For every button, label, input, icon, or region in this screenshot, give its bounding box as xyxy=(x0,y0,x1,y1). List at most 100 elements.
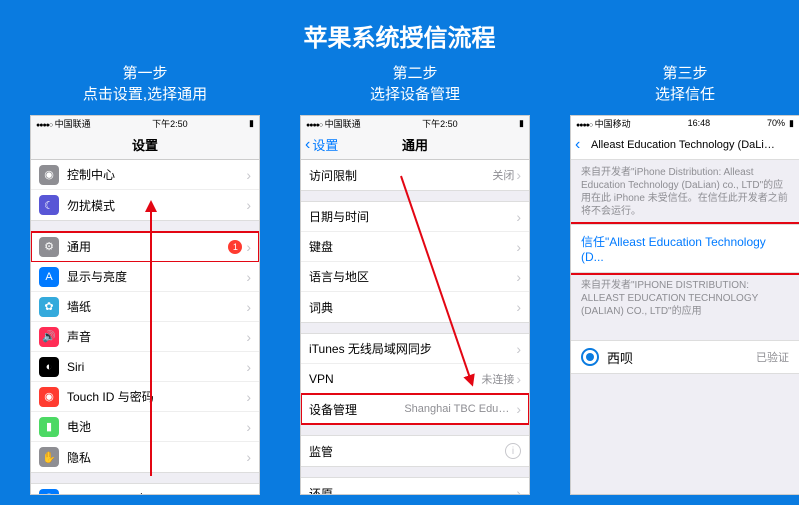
nav-title: 设置 xyxy=(31,135,259,154)
step-1-sub: 点击设置,选择通用 xyxy=(83,84,207,105)
phone-2: 中国联通 下午2:50 ▮ ‹设置 通用 访问限制 关闭 › 日 xyxy=(300,115,530,495)
battery-icon: ▮ xyxy=(249,118,254,129)
step-3-head: 第三步 选择信任 xyxy=(655,63,715,107)
app-icon xyxy=(581,348,599,366)
carrier: 中国联通 xyxy=(325,119,361,129)
battery-pct: 70% xyxy=(767,118,785,128)
row-reset[interactable]: 还原 › xyxy=(301,478,529,495)
row-vpn[interactable]: VPN 未连接 › xyxy=(301,364,529,394)
navbar: ‹ Alleast Education Technology (DaLia... xyxy=(571,130,799,160)
status-bar: 中国移动 16:48 70% ▮ xyxy=(571,116,799,130)
chevron-right-icon: › xyxy=(246,419,251,435)
battery-icon: ▮ xyxy=(519,118,524,129)
row-label: 墙纸 xyxy=(67,298,246,315)
chevron-right-icon: › xyxy=(516,401,521,417)
gear-icon: ⚙ xyxy=(39,237,59,257)
row-label: 隐私 xyxy=(67,449,246,466)
touchid-icon: ◉ xyxy=(39,387,59,407)
row-label: Siri xyxy=(67,360,246,374)
row-lang[interactable]: 语言与地区 › xyxy=(301,262,529,292)
status-bar: 中国联通 下午2:50 ▮ xyxy=(31,116,259,130)
row-label: 访问限制 xyxy=(309,167,492,184)
row-datetime[interactable]: 日期与时间 › xyxy=(301,202,529,232)
chevron-right-icon: › xyxy=(246,299,251,315)
chevron-right-icon: › xyxy=(516,209,521,225)
status-time: 16:48 xyxy=(688,118,711,128)
row-keyboard[interactable]: 键盘 › xyxy=(301,232,529,262)
status-time: 下午2:50 xyxy=(422,117,458,130)
chevron-right-icon: › xyxy=(516,485,521,495)
app-name: 西呗 xyxy=(607,348,756,367)
row-battery[interactable]: ▮ 电池 › xyxy=(31,412,259,442)
chevron-right-icon: › xyxy=(246,491,251,496)
moon-icon: ☾ xyxy=(39,195,59,215)
signal-icon xyxy=(306,119,322,129)
row-label: iTunes 无线局域网同步 xyxy=(309,340,516,357)
control-icon: ◉ xyxy=(39,165,59,185)
step-3-sub: 选择信任 xyxy=(655,84,715,105)
nav-title: 通用 xyxy=(301,135,529,154)
row-device-management[interactable]: 设备管理 Shanghai TBC Education Dev... › xyxy=(301,394,529,424)
chevron-right-icon: › xyxy=(516,167,521,183)
row-restrictions[interactable]: 访问限制 关闭 › xyxy=(301,160,529,190)
step-2-head: 第二步 选择设备管理 xyxy=(370,63,460,107)
row-control-center[interactable]: ◉ 控制中心 › xyxy=(31,160,259,190)
chevron-right-icon: › xyxy=(246,269,251,285)
step-1-num: 第一步 xyxy=(83,63,207,84)
step-3-num: 第三步 xyxy=(655,63,715,84)
display-icon: A xyxy=(39,267,59,287)
row-label: 电池 xyxy=(67,418,246,435)
status-bar: 中国联通 下午2:50 ▮ xyxy=(301,116,529,130)
row-wallpaper[interactable]: ✿ 墙纸 › xyxy=(31,292,259,322)
developer-description: 来自开发者"iPhone Distribution: Alleast Educa… xyxy=(571,160,799,224)
battery-icon: ▮ xyxy=(39,417,59,437)
row-label: 声音 xyxy=(67,328,246,345)
carrier: 中国联通 xyxy=(55,119,91,129)
row-value: Shanghai TBC Education Dev... xyxy=(404,403,514,415)
row-label: 语言与地区 xyxy=(309,268,516,285)
row-label: 键盘 xyxy=(309,238,516,255)
row-regulatory[interactable]: 监管 i xyxy=(301,436,529,466)
chevron-right-icon: › xyxy=(246,239,251,255)
row-general[interactable]: ⚙ 通用 1 › xyxy=(31,232,259,262)
app-row[interactable]: 西呗 已验证 xyxy=(571,340,799,374)
status-time: 下午2:50 xyxy=(152,117,188,130)
apps-section-label: 来自开发者"IPHONE DISTRIBUTION: ALLEAST EDUCA… xyxy=(571,273,799,324)
row-itunes[interactable]: Ⓐ iTunes Store 与 App Store › xyxy=(31,484,259,495)
general-list: 访问限制 关闭 › 日期与时间 › 键盘 › 语言与地区 xyxy=(301,160,529,495)
carrier: 中国移动 xyxy=(595,119,631,129)
info-icon: i xyxy=(505,443,521,459)
privacy-icon: ✋ xyxy=(39,447,59,467)
sound-icon: 🔊 xyxy=(39,327,59,347)
trust-developer-button[interactable]: 信任"Alleast Education Technology (D... xyxy=(571,224,799,273)
row-display[interactable]: A 显示与亮度 › xyxy=(31,262,259,292)
row-dnd[interactable]: ☾ 勿扰模式 › xyxy=(31,190,259,220)
chevron-right-icon: › xyxy=(246,197,251,213)
row-label: 词典 xyxy=(309,299,516,316)
chevron-right-icon: › xyxy=(246,329,251,345)
battery-icon: ▮ xyxy=(789,118,794,129)
row-value: 关闭 xyxy=(492,167,514,183)
chevron-right-icon: › xyxy=(516,269,521,285)
row-label: 通用 xyxy=(67,238,228,255)
signal-icon xyxy=(576,119,592,129)
navbar: 设置 xyxy=(31,130,259,160)
row-itunes-wifi[interactable]: iTunes 无线局域网同步 › xyxy=(301,334,529,364)
chevron-right-icon: › xyxy=(246,449,251,465)
row-sound[interactable]: 🔊 声音 › xyxy=(31,322,259,352)
page-title: 苹果系统授信流程 xyxy=(0,0,799,53)
verified-label: 已验证 xyxy=(756,349,789,365)
row-privacy[interactable]: ✋ 隐私 › xyxy=(31,442,259,472)
row-label: 日期与时间 xyxy=(309,208,516,225)
row-siri[interactable]: ◐ Siri › xyxy=(31,352,259,382)
step-1-head: 第一步 点击设置,选择通用 xyxy=(83,63,207,107)
chevron-right-icon: › xyxy=(516,371,521,387)
row-label: iTunes Store 与 App Store xyxy=(67,490,246,495)
phone-3: 中国移动 16:48 70% ▮ ‹ Alleast Education Tec… xyxy=(570,115,799,495)
wallpaper-icon: ✿ xyxy=(39,297,59,317)
step-2-num: 第二步 xyxy=(370,63,460,84)
row-dict[interactable]: 词典 › xyxy=(301,292,529,322)
nav-title: Alleast Education Technology (DaLia... xyxy=(571,139,799,151)
navbar: ‹设置 通用 xyxy=(301,130,529,160)
row-touchid[interactable]: ◉ Touch ID 与密码 › xyxy=(31,382,259,412)
